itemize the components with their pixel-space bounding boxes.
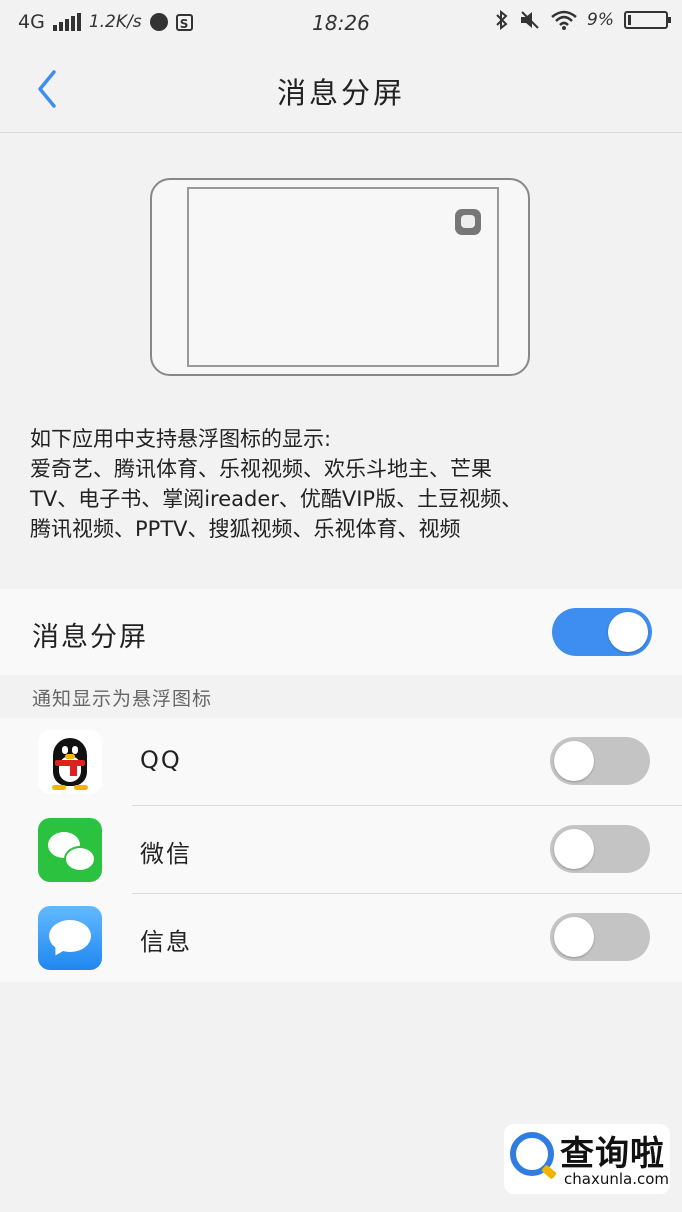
description-line: TV、电子书、掌阅ireader、优酷VIP版、土豆视频、	[30, 487, 523, 511]
watermark-text: 查询啦	[560, 1134, 665, 1174]
battery-percent: 9%	[587, 10, 614, 30]
app-row-qq[interactable]: QQ	[0, 718, 682, 806]
status-right: 9%	[495, 10, 671, 30]
page-title: 消息分屏	[276, 76, 405, 110]
app-name: 信息	[140, 928, 192, 956]
app-name: 微信	[140, 840, 192, 868]
messages-icon	[38, 906, 102, 970]
qq-icon	[38, 730, 102, 794]
app-list: QQ 微信 信息	[0, 718, 682, 982]
supported-apps-description: 如下应用中支持悬浮图标的显示: 爱奇艺、腾讯体育、乐视视频、欢乐斗地主、芒果 T…	[30, 424, 630, 544]
phone-screen	[187, 187, 499, 367]
section-header: 通知显示为悬浮图标	[32, 688, 213, 710]
app-row-messages[interactable]: 信息	[0, 894, 682, 982]
mute-icon	[521, 11, 539, 29]
message-split-row: 消息分屏	[0, 589, 682, 675]
status-bar: 4G 1.2K/s S 18:26 9%	[0, 0, 682, 46]
battery-icon	[624, 11, 671, 29]
watermark-logo-icon	[510, 1132, 554, 1176]
messages-toggle[interactable]	[550, 913, 650, 961]
floating-message-icon	[455, 209, 481, 235]
phone-illustration	[150, 178, 530, 376]
toggle-knob	[554, 741, 594, 781]
message-split-label: 消息分屏	[32, 622, 148, 653]
message-split-toggle[interactable]	[552, 608, 652, 656]
wechat-toggle[interactable]	[550, 825, 650, 873]
toggle-knob	[554, 917, 594, 957]
nav-bar: 消息分屏	[0, 46, 682, 133]
description-line: 如下应用中支持悬浮图标的显示:	[30, 427, 332, 451]
app-row-wechat[interactable]: 微信	[0, 806, 682, 894]
app-name: QQ	[140, 746, 182, 774]
toggle-knob	[554, 829, 594, 869]
toggle-knob	[608, 612, 648, 652]
watermark-url: chaxunla.com	[564, 1170, 669, 1188]
description-line: 爱奇艺、腾讯体育、乐视视频、欢乐斗地主、芒果	[30, 457, 492, 481]
battery-fill	[628, 15, 631, 25]
watermark: 查询啦 chaxunla.com	[504, 1124, 670, 1194]
wifi-icon	[551, 10, 577, 30]
description-line: 腾讯视频、PPTV、搜狐视频、乐视体育、视频	[30, 517, 461, 541]
wechat-icon	[38, 818, 102, 882]
qq-toggle[interactable]	[550, 737, 650, 785]
bluetooth-icon	[496, 10, 508, 30]
